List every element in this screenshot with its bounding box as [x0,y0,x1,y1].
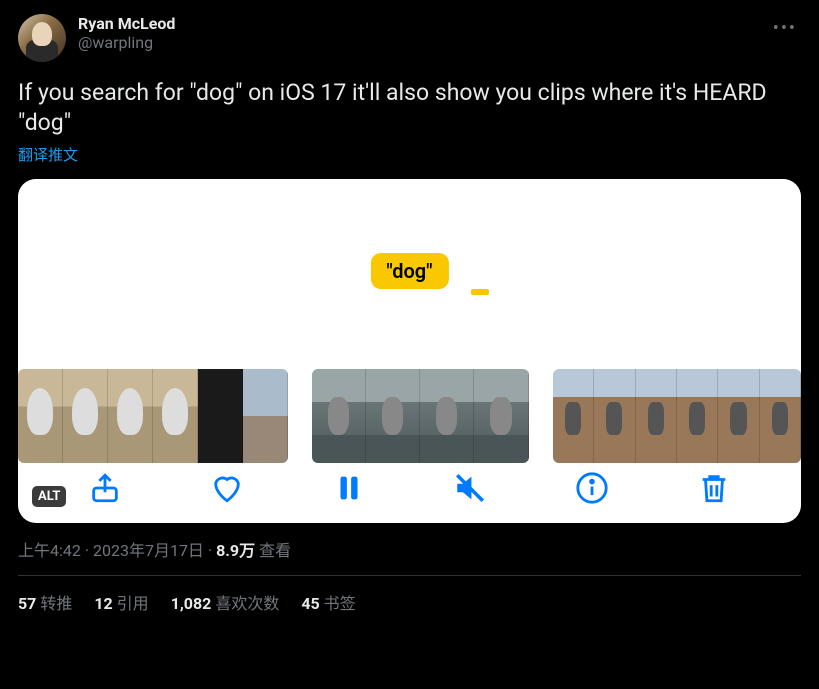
video-controls [18,471,801,505]
bookmarks-stat[interactable]: 45 书签 [301,590,355,614]
views-count: 8.9万 [216,541,255,560]
heart-icon[interactable] [210,471,244,505]
video-thumbnail [677,369,718,463]
user-handle: @warpling [78,33,757,52]
more-icon[interactable]: ••• [769,14,801,43]
video-thumbnail [636,369,677,463]
video-thumbnail-strip [18,369,801,463]
tweet-date[interactable]: 2023年7月17日 [93,541,204,560]
tweet-meta: 上午4:42 · 2023年7月17日 · 8.9万 查看 [18,537,801,561]
tweet-text: If you search for "dog" on iOS 17 it'll … [18,78,801,138]
trash-icon[interactable] [697,471,731,505]
quotes-stat[interactable]: 12 引用 [94,590,148,614]
timeline-marker [471,289,489,295]
tweet-container: Ryan McLeod @warpling ••• If you search … [0,0,819,626]
search-term-pill: "dog" [370,253,448,289]
views-label: 查看 [259,541,291,560]
media-attachment[interactable]: "dog" [18,179,801,523]
likes-stat[interactable]: 1,082 喜欢次数 [171,590,280,614]
retweets-stat[interactable]: 57 转推 [18,590,72,614]
clip-group[interactable] [18,369,288,463]
mute-icon[interactable] [453,471,487,505]
video-thumbnail [198,369,243,463]
clip-group[interactable] [553,369,801,463]
tweet-header: Ryan McLeod @warpling ••• [18,14,801,62]
translate-link[interactable]: 翻译推文 [18,144,78,165]
video-thumbnail [366,369,420,463]
video-thumbnail [63,369,108,463]
video-thumbnail [553,369,594,463]
avatar[interactable] [18,14,66,62]
alt-badge[interactable]: ALT [32,486,66,507]
divider [18,575,801,576]
video-thumbnail [243,369,288,463]
video-thumbnail [18,369,63,463]
video-thumbnail [420,369,474,463]
tweet-time[interactable]: 上午4:42 [18,541,81,560]
video-thumbnail [108,369,153,463]
video-thumbnail [153,369,198,463]
tweet-stats: 57 转推 12 引用 1,082 喜欢次数 45 书签 [18,590,801,614]
video-thumbnail [718,369,759,463]
video-thumbnail [594,369,635,463]
pause-icon[interactable] [332,471,366,505]
share-icon[interactable] [88,471,122,505]
video-thumbnail [312,369,366,463]
info-icon[interactable] [575,471,609,505]
clip-group-active[interactable] [312,369,529,463]
user-block[interactable]: Ryan McLeod @warpling [78,14,757,52]
video-thumbnail [474,369,528,463]
display-name: Ryan McLeod [78,14,757,33]
media-whitespace [18,179,801,251]
video-thumbnail [760,369,801,463]
